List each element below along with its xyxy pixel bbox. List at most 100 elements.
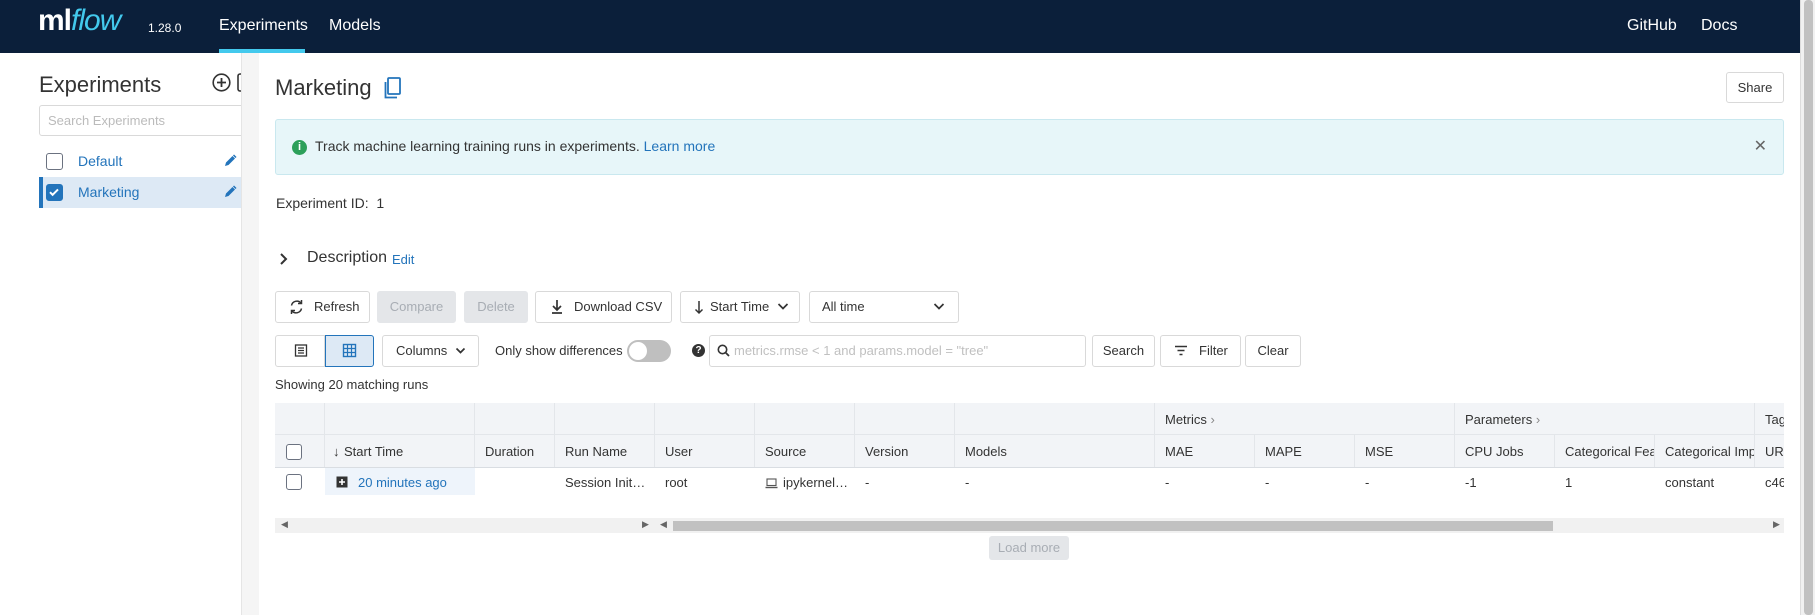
- sidebar-divider: [241, 53, 259, 615]
- grid-icon: [342, 336, 357, 377]
- row-mae: -: [1165, 475, 1170, 490]
- chevron-down-icon: [933, 292, 945, 333]
- metrics-group-header[interactable]: Metrics ›: [1155, 403, 1455, 434]
- row-version: -: [865, 475, 870, 490]
- help-icon[interactable]: ?: [692, 344, 705, 357]
- experiment-label[interactable]: Default: [78, 153, 122, 169]
- info-icon: i: [292, 140, 307, 155]
- row-cpu-jobs: -1: [1465, 475, 1477, 490]
- chevron-right-icon: ›: [1210, 412, 1215, 427]
- scroll-left-icon[interactable]: ◀: [660, 519, 667, 530]
- runs-table: Metrics › Parameters › Tags ↓ Start Time…: [275, 403, 1784, 495]
- table-row[interactable]: 20 minutes ago Session Initialized root …: [275, 468, 1784, 495]
- experiment-id: Experiment ID: 1: [276, 195, 385, 211]
- download-icon: [550, 292, 564, 333]
- tags-group-header[interactable]: Tags: [1755, 403, 1784, 434]
- scrollbar-thumb[interactable]: [673, 521, 1553, 531]
- chevron-right-icon[interactable]: [279, 252, 289, 271]
- scroll-left-icon[interactable]: ◀: [281, 519, 288, 530]
- column-header-start-time[interactable]: ↓ Start Time: [325, 435, 475, 467]
- column-header-user[interactable]: User: [655, 435, 755, 467]
- sort-desc-icon: ↓: [333, 444, 340, 459]
- table-group-header: Metrics › Parameters › Tags: [275, 403, 1784, 435]
- close-icon[interactable]: ✕: [1754, 136, 1767, 156]
- column-header-version[interactable]: Version: [855, 435, 955, 467]
- row-source[interactable]: ipykernel_launcher: [755, 468, 855, 495]
- row-url: c46: [1765, 475, 1784, 490]
- page-scrollbar-thumb[interactable]: [1804, 0, 1813, 615]
- sort-dropdown[interactable]: Start Time: [680, 291, 800, 323]
- pencil-icon[interactable]: [224, 185, 237, 201]
- row-mse: -: [1365, 475, 1370, 490]
- pencil-icon[interactable]: [224, 154, 237, 170]
- experiment-search-input[interactable]: Search Experiments: [39, 105, 259, 136]
- share-button[interactable]: Share: [1726, 72, 1784, 103]
- only-show-differences-label: Only show differences: [495, 343, 623, 358]
- experiment-item-default[interactable]: Default: [39, 146, 241, 177]
- column-header-categorical-imputation[interactable]: Categorical Imputation: [1655, 435, 1755, 467]
- search-button[interactable]: Search: [1092, 335, 1155, 367]
- clear-button[interactable]: Clear: [1245, 335, 1301, 367]
- column-header-mape[interactable]: MAPE: [1255, 435, 1355, 467]
- grid-view-toggle[interactable]: [325, 335, 374, 367]
- version-label: 1.28.0: [148, 21, 182, 35]
- arrow-down-icon: [694, 292, 704, 333]
- column-header-run-name[interactable]: Run Name: [555, 435, 655, 467]
- search-icon: [717, 344, 730, 360]
- load-more-button[interactable]: Load more: [989, 536, 1069, 560]
- chevron-down-icon: [777, 292, 789, 333]
- experiment-label[interactable]: Marketing: [78, 184, 139, 200]
- delete-button[interactable]: Delete: [464, 291, 528, 323]
- chevron-down-icon: [455, 336, 466, 377]
- description-toggle[interactable]: Description: [307, 249, 387, 267]
- select-all-checkbox[interactable]: [286, 444, 302, 460]
- table-horizontal-scrollbar[interactable]: ◀ ▶ ◀ ▶: [275, 518, 1784, 533]
- list-view-toggle[interactable]: [275, 335, 325, 367]
- add-experiment-icon[interactable]: [212, 73, 231, 92]
- row-models: -: [965, 475, 970, 490]
- column-header-duration[interactable]: Duration: [475, 435, 555, 467]
- only-show-differences-toggle[interactable]: [627, 340, 671, 362]
- column-header-categorical-features[interactable]: Categorical Features: [1555, 435, 1655, 467]
- description-edit-link[interactable]: Edit: [392, 252, 414, 267]
- column-header-cpu-jobs[interactable]: CPU Jobs: [1455, 435, 1555, 467]
- row-checkbox[interactable]: [286, 474, 302, 490]
- column-header-models[interactable]: Models: [955, 435, 1155, 467]
- page-scrollbar[interactable]: [1800, 0, 1815, 615]
- columns-dropdown[interactable]: Columns: [382, 335, 479, 367]
- column-header-url[interactable]: URL: [1755, 435, 1784, 467]
- row-categorical-imputation: constant: [1665, 475, 1715, 490]
- laptop-icon: [765, 477, 778, 492]
- list-icon: [294, 336, 308, 377]
- row-start-time[interactable]: 20 minutes ago: [325, 468, 475, 495]
- experiment-checkbox-checked[interactable]: [46, 184, 63, 201]
- scroll-right-icon[interactable]: ▶: [1773, 519, 1780, 530]
- filter-button[interactable]: Filter: [1160, 335, 1241, 367]
- nav-models[interactable]: Models: [329, 17, 381, 35]
- refresh-button[interactable]: Refresh: [275, 291, 370, 323]
- row-user: root: [665, 475, 688, 490]
- nav-github[interactable]: GitHub: [1627, 17, 1677, 35]
- download-csv-button[interactable]: Download CSV: [535, 291, 672, 323]
- experiment-checkbox[interactable]: [46, 153, 63, 170]
- nav-experiments[interactable]: Experiments: [219, 17, 308, 35]
- matching-runs-count: Showing 20 matching runs: [275, 377, 429, 392]
- time-range-dropdown[interactable]: All time: [809, 291, 959, 323]
- column-header-mse[interactable]: MSE: [1355, 435, 1455, 467]
- info-banner: i Track machine learning training runs i…: [275, 119, 1784, 175]
- copy-icon[interactable]: [384, 77, 402, 102]
- column-header-source[interactable]: Source: [755, 435, 855, 467]
- compare-button[interactable]: Compare: [377, 291, 456, 323]
- sidebar-title: Experiments: [39, 72, 162, 97]
- row-run-name[interactable]: Session Initialized: [555, 468, 655, 495]
- mlflow-logo[interactable]: mlflow: [38, 4, 121, 38]
- table-column-header: ↓ Start Time Duration Run Name User Sour…: [275, 435, 1784, 468]
- scroll-right-icon[interactable]: ▶: [642, 519, 649, 530]
- experiment-item-marketing[interactable]: Marketing: [39, 177, 241, 208]
- learn-more-link[interactable]: Learn more: [644, 138, 716, 154]
- nav-docs[interactable]: Docs: [1701, 17, 1737, 35]
- expand-icon[interactable]: [336, 476, 348, 491]
- column-header-mae[interactable]: MAE: [1155, 435, 1255, 467]
- runs-search-input[interactable]: metrics.rmse < 1 and params.model = "tre…: [709, 335, 1086, 367]
- parameters-group-header[interactable]: Parameters ›: [1455, 403, 1755, 434]
